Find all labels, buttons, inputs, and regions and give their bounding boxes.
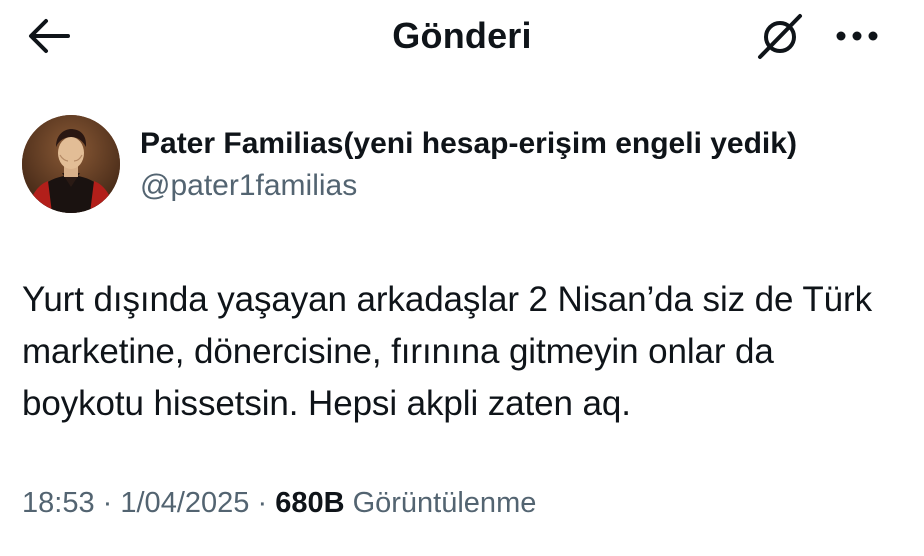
more-options-button[interactable]	[828, 12, 886, 60]
meta-separator: ·	[257, 487, 268, 519]
author-handle[interactable]: @pater1familias	[140, 166, 357, 206]
grok-button[interactable]	[752, 10, 810, 62]
avatar[interactable]	[22, 115, 120, 213]
post-time[interactable]: 18:53	[22, 487, 95, 519]
more-horizontal-icon	[836, 31, 878, 41]
top-bar: Gönderi	[0, 0, 924, 72]
grok-icon	[758, 14, 802, 59]
post-metadata: 18:53 · 1/04/2025 · 680B Görüntülenme	[22, 483, 536, 523]
avatar-portrait	[22, 115, 120, 213]
views-count: 680B	[275, 487, 345, 519]
meta-separator: ·	[102, 487, 113, 519]
author-display-name[interactable]: Pater Familias(yeni hesap-erişim engeli …	[140, 124, 797, 164]
views-label: Görüntülenme	[352, 487, 537, 519]
post-text: Yurt dışında yaşayan arkadaşlar 2 Nisan’…	[22, 280, 872, 423]
post-date[interactable]: 1/04/2025	[120, 487, 249, 519]
